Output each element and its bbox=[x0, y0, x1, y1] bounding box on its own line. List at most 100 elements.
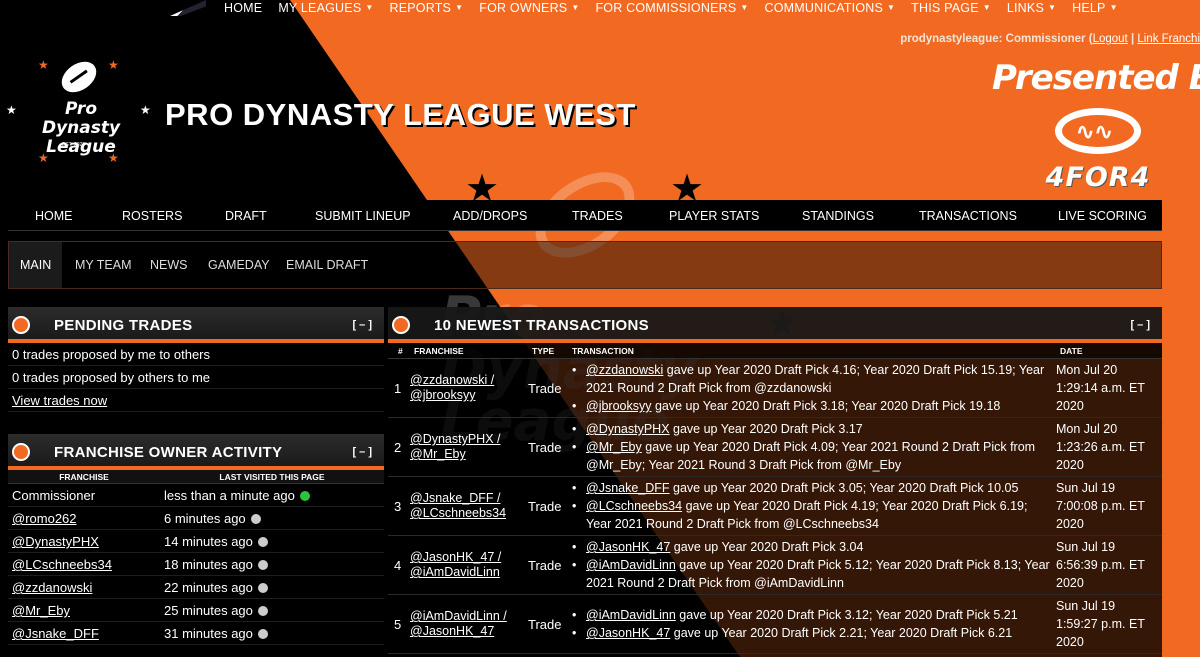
transaction-number: 5 bbox=[394, 616, 402, 632]
franchise-link[interactable]: @Mr_Eby bbox=[586, 440, 642, 454]
date-day: Sun Jul 19 bbox=[1056, 481, 1116, 495]
top-nav-my-leagues[interactable]: MY LEAGUES ▼ bbox=[278, 1, 373, 15]
column-header[interactable]: TYPE bbox=[528, 343, 568, 358]
franchise-name[interactable]: @LCschneebs34 bbox=[8, 553, 160, 575]
date-year: 2020 bbox=[1056, 635, 1084, 649]
franchise-name[interactable]: @zzdanowski bbox=[8, 576, 160, 598]
transaction-line: @iAmDavidLinn gave up Year 2020 Draft Pi… bbox=[572, 556, 1052, 592]
panel-header: 10 NEWEST TRANSACTIONS [ – ] bbox=[388, 307, 1162, 343]
column-header[interactable]: # bbox=[388, 343, 408, 358]
top-nav-reports[interactable]: REPORTS ▼ bbox=[390, 1, 464, 15]
franchise-link[interactable]: @iAmDavidLinn bbox=[410, 565, 528, 580]
collapse-button[interactable]: [ – ] bbox=[352, 319, 372, 331]
franchise-name[interactable]: @romo262 bbox=[8, 507, 160, 529]
activity-row: @DynastyPHX 14 minutes ago bbox=[8, 530, 384, 553]
league-logo[interactable]: ★ ★ ★ ★ ★ ★ Pro Dynasty League EST. 2020 bbox=[0, 48, 160, 168]
franchise-link[interactable]: @LCschneebs34 bbox=[586, 499, 682, 513]
logout-link[interactable]: Logout bbox=[1093, 33, 1128, 45]
franchise-link[interactable]: @jbrooksyy bbox=[586, 399, 652, 413]
top-nav-for-owners[interactable]: FOR OWNERS ▼ bbox=[479, 1, 579, 15]
date-time: 7:00:08 p.m. ET bbox=[1056, 499, 1145, 513]
top-nav-label: COMMUNICATIONS bbox=[764, 1, 884, 15]
sponsor-banner[interactable]: Presented By ∿∿ 4FOR4 bbox=[992, 58, 1200, 198]
franchise-link[interactable]: @zzdanowski / bbox=[410, 373, 528, 388]
tab-main[interactable]: MAIN bbox=[9, 242, 63, 288]
transaction-line: @zzdanowski gave up Year 2020 Draft Pick… bbox=[572, 361, 1052, 397]
star-icon: ★ bbox=[38, 58, 49, 72]
main-nav-draft[interactable]: DRAFT bbox=[225, 209, 267, 223]
franchise-name: Commissioner bbox=[12, 488, 96, 503]
franchise-link[interactable]: @LCschneebs34 bbox=[410, 506, 528, 521]
date-day: Sun Jul 19 bbox=[1056, 540, 1116, 554]
franchise-link[interactable]: @DynastyPHX / bbox=[410, 432, 528, 447]
top-nav-home[interactable]: HOME bbox=[224, 1, 262, 15]
franchise-link[interactable]: @DynastyPHX bbox=[586, 422, 670, 436]
franchise-link[interactable]: @JasonHK_47 bbox=[586, 540, 670, 554]
panel-title: 10 NEWEST TRANSACTIONS bbox=[434, 317, 649, 334]
caret-down-icon: ▼ bbox=[455, 3, 464, 12]
link-franchise-link[interactable]: Link Franchi bbox=[1137, 33, 1200, 45]
franchise-link[interactable]: @iAmDavidLinn bbox=[586, 608, 676, 622]
main-nav-player-stats[interactable]: PLAYER STATS bbox=[669, 209, 759, 223]
top-nav-links[interactable]: LINKS ▼ bbox=[1007, 1, 1056, 15]
franchise-link[interactable]: @JasonHK_47 / bbox=[410, 550, 528, 565]
franchise-link[interactable]: @jbrooksyy bbox=[410, 388, 528, 403]
main-nav-trades[interactable]: TRADES bbox=[572, 209, 623, 223]
last-visited-text: 22 minutes ago bbox=[164, 580, 253, 595]
top-nav-for-commissioners[interactable]: FOR COMMISSIONERS ▼ bbox=[595, 1, 748, 15]
star-icon: ★ bbox=[140, 103, 151, 117]
franchise-link[interactable]: @JasonHK_47 bbox=[410, 624, 528, 639]
last-visited: 31 minutes ago bbox=[160, 622, 272, 644]
column-header[interactable]: LAST VISITED THIS PAGE bbox=[160, 470, 384, 483]
collapse-button[interactable]: [ – ] bbox=[1130, 319, 1150, 331]
franchise-name[interactable]: @DynastyPHX bbox=[8, 530, 160, 552]
franchise-link[interactable]: @zzdanowski bbox=[586, 363, 663, 377]
main-nav-transactions[interactable]: TRANSACTIONS bbox=[919, 209, 1017, 223]
main-nav-rosters[interactable]: ROSTERS bbox=[122, 209, 182, 223]
franchise-link[interactable]: @Jsnake_DFF / bbox=[410, 491, 528, 506]
tab-news[interactable]: NEWS bbox=[139, 242, 199, 288]
transaction-line: @JasonHK_47 gave up Year 2020 Draft Pick… bbox=[572, 624, 1052, 642]
column-header[interactable]: TRANSACTION bbox=[568, 343, 1052, 358]
franchise-name[interactable]: @Jsnake_DFF bbox=[8, 622, 160, 644]
logo-text: Pro Dynasty League bbox=[41, 99, 121, 157]
transaction-franchises: @JasonHK_47 /@iAmDavidLinn bbox=[408, 536, 528, 594]
franchise-name[interactable]: @Mr_Eby bbox=[8, 599, 160, 621]
date-year: 2020 bbox=[1056, 576, 1084, 590]
date-time: 1:23:26 a.m. ET bbox=[1056, 440, 1145, 454]
panel-header: PENDING TRADES [ – ] bbox=[8, 307, 384, 343]
main-nav-live-scoring[interactable]: LIVE SCORING bbox=[1058, 209, 1147, 223]
column-header[interactable]: FRANCHISE bbox=[408, 343, 528, 358]
franchise-link[interactable]: @Mr_Eby bbox=[410, 447, 528, 462]
transaction-row: 2@DynastyPHX /@Mr_EbyTrade@DynastyPHX ga… bbox=[388, 418, 1162, 477]
transaction-details: @iAmDavidLinn gave up Year 2020 Draft Pi… bbox=[568, 595, 1052, 653]
view-trades-link[interactable]: View trades now bbox=[12, 393, 107, 408]
tab-my-team[interactable]: MY TEAM bbox=[64, 242, 143, 288]
franchise-link[interactable]: @iAmDavidLinn / bbox=[410, 609, 528, 624]
main-nav-add-drops[interactable]: ADD/DROPS bbox=[453, 209, 527, 223]
collapse-button[interactable]: [ – ] bbox=[352, 446, 372, 458]
column-header[interactable]: DATE bbox=[1052, 343, 1152, 358]
tab-email-draft[interactable]: EMAIL DRAFT bbox=[275, 242, 379, 288]
top-nav-help[interactable]: HELP ▼ bbox=[1072, 1, 1118, 15]
tab-gameday[interactable]: GAMEDAY bbox=[197, 242, 281, 288]
top-nav-label: FOR OWNERS bbox=[479, 1, 568, 15]
caret-down-icon: ▼ bbox=[982, 3, 991, 12]
main-nav-standings[interactable]: STANDINGS bbox=[802, 209, 874, 223]
activity-row: Commissioner less than a minute ago bbox=[8, 484, 384, 507]
franchise-link[interactable]: @iAmDavidLinn bbox=[586, 558, 676, 572]
transaction-text: gave up Year 2020 Draft Pick 3.18; Year … bbox=[651, 399, 1001, 413]
transaction-line: @DynastyPHX gave up Year 2020 Draft Pick… bbox=[572, 420, 1052, 438]
franchise-link[interactable]: @Jsnake_DFF bbox=[586, 481, 670, 495]
main-nav-submit-lineup[interactable]: SUBMIT LINEUP bbox=[315, 209, 411, 223]
offline-status-icon bbox=[257, 583, 268, 593]
top-nav-communications[interactable]: COMMUNICATIONS ▼ bbox=[765, 1, 896, 15]
site-logo-icon[interactable] bbox=[170, 0, 206, 16]
franchise-link[interactable]: @JasonHK_47 bbox=[586, 626, 670, 640]
column-header[interactable]: FRANCHISE bbox=[8, 470, 160, 483]
main-nav-home[interactable]: HOME bbox=[35, 209, 73, 223]
transaction-text: gave up Year 2020 Draft Pick 3.04 bbox=[670, 540, 864, 554]
top-nav-this-page[interactable]: THIS PAGE ▼ bbox=[911, 1, 991, 15]
caret-down-icon: ▼ bbox=[1109, 3, 1118, 12]
star-icon: ★ bbox=[6, 103, 17, 117]
